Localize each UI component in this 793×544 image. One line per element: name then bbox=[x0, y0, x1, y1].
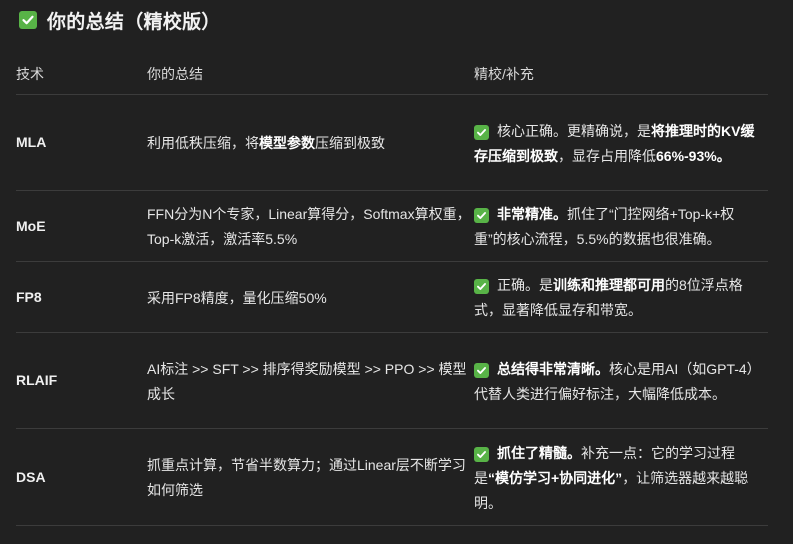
table-row: MLA 利用低秩压缩，将模型参数压缩到极致 核心正确。更精确说，是将推理时的KV… bbox=[16, 94, 768, 191]
note-cell: 核心正确。更精确说，是将推理时的KV缓存压缩到极致，显存占用降低66%-93%。 bbox=[474, 94, 768, 191]
summary-cell: 采用FP8精度，量化压缩50% bbox=[147, 261, 474, 333]
tech-cell: DSA bbox=[16, 428, 147, 526]
summary-cell: 抓重点计算，节省半数算力；通过Linear层不断学习如何筛选 bbox=[147, 428, 474, 526]
note-cell: 总结得非常清晰。核心是用AI（如GPT-4）代替人类进行偏好标注，大幅降低成本。 bbox=[474, 332, 768, 429]
table-row: DSA 抓重点计算，节省半数算力；通过Linear层不断学习如何筛选 抓住了精髓… bbox=[16, 428, 768, 526]
table-row: MoE FFN分为N个专家，Linear算得分，Softmax算权重，Top-k… bbox=[16, 190, 768, 262]
tech-cell: MoE bbox=[16, 190, 147, 262]
summary-cell: 利用低秩压缩，将模型参数压缩到极致 bbox=[147, 94, 474, 191]
check-box-icon bbox=[474, 362, 489, 378]
check-box-icon bbox=[474, 124, 489, 140]
table-row: FP8 采用FP8精度，量化压缩50% 正确。是训练和推理都可用的8位浮点格式，… bbox=[16, 261, 768, 333]
note-cell: 非常精准。抓住了“门控网络+Top-k+权重”的核心流程，5.5%的数据也很准确… bbox=[474, 190, 768, 262]
tech-cell: RLAIF bbox=[16, 332, 147, 429]
section-heading: 你的总结（精校版） bbox=[19, 6, 221, 34]
heading-title: 你的总结（精校版） bbox=[47, 11, 221, 33]
check-box-icon bbox=[474, 279, 489, 294]
note-cell: 抓住了精髓。补充一点：它的学习过程是“模仿学习+协同进化”，让筛选器越来越聪明。 bbox=[474, 428, 768, 526]
check-box-icon bbox=[474, 446, 489, 462]
tech-cell: FP8 bbox=[16, 261, 147, 333]
tech-cell: MLA bbox=[16, 94, 147, 191]
column-header-note: 精校/补充 bbox=[474, 54, 768, 95]
note-cell: 正确。是训练和推理都可用的8位浮点格式，显著降低显存和带宽。 bbox=[474, 261, 768, 333]
table-header-row: 技术 你的总结 精校/补充 bbox=[16, 54, 768, 95]
chat-message: 你的总结（精校版） 技术 你的总结 精校/补充 MLA 利用低秩压缩，将模型参数… bbox=[0, 0, 793, 544]
column-header-summary: 你的总结 bbox=[147, 54, 474, 95]
column-header-tech: 技术 bbox=[16, 54, 147, 95]
summary-cell: FFN分为N个专家，Linear算得分，Softmax算权重，Top-k激活，激… bbox=[147, 190, 474, 262]
summary-cell: AI标注 >> SFT >> 排序得奖励模型 >> PPO >> 模型成长 bbox=[147, 332, 474, 429]
summary-table: 技术 你的总结 精校/补充 MLA 利用低秩压缩，将模型参数压缩到极致 核心正确… bbox=[16, 54, 768, 526]
check-box-icon bbox=[19, 11, 37, 29]
table-row: RLAIF AI标注 >> SFT >> 排序得奖励模型 >> PPO >> 模… bbox=[16, 332, 768, 429]
check-box-icon bbox=[474, 208, 489, 223]
